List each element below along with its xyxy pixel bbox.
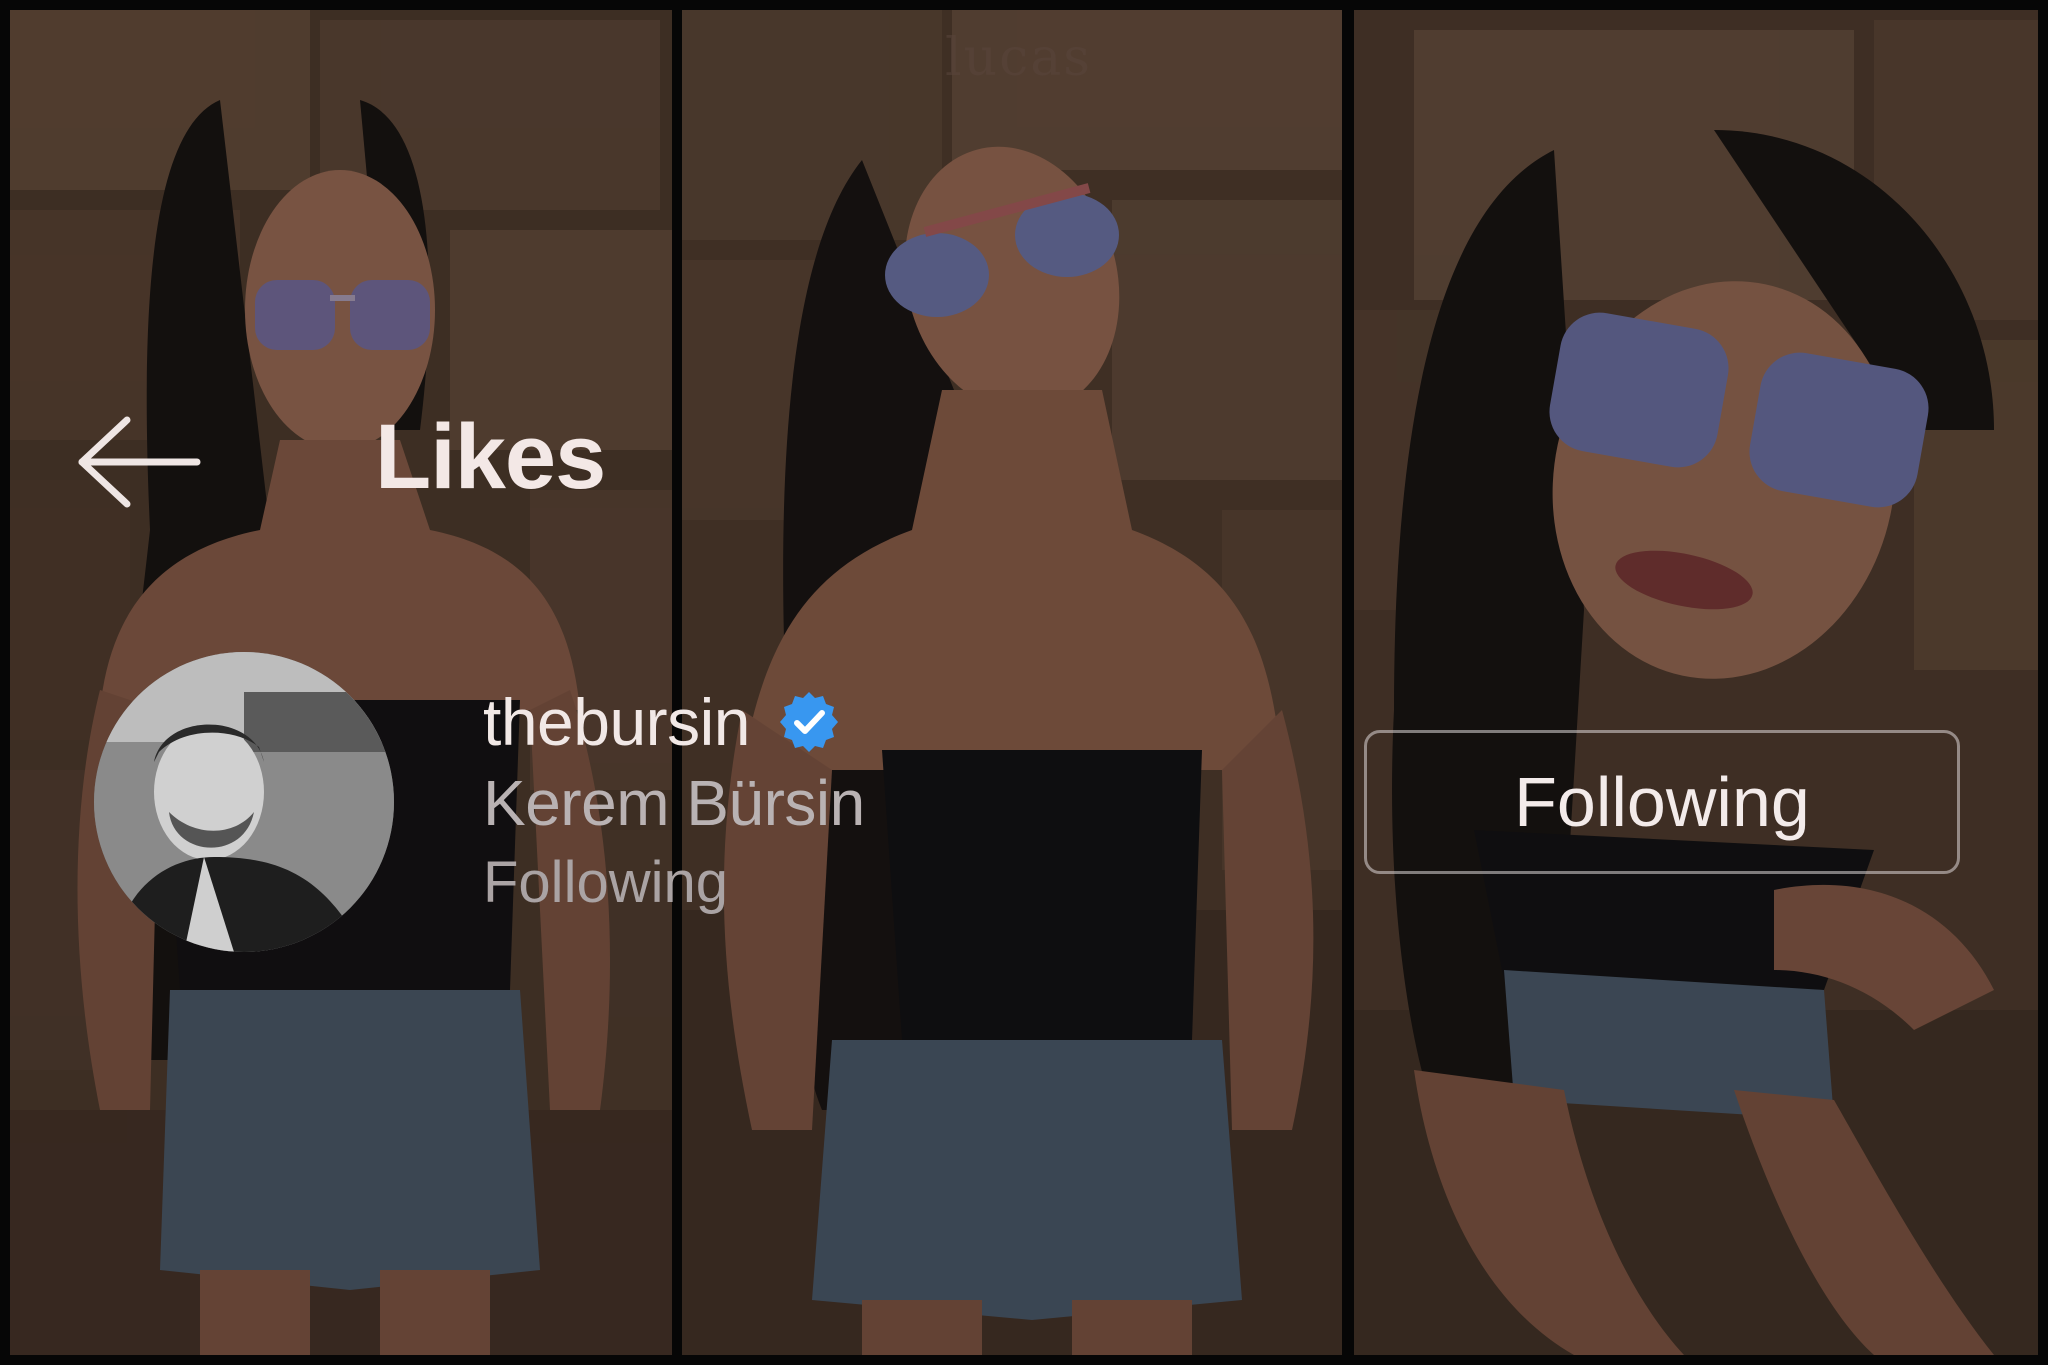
following-button-label: Following <box>1514 763 1810 841</box>
screen: lucas Likes thebursin Kerem Bürsin Follo… <box>0 0 2048 1365</box>
user-info[interactable]: thebursin Kerem Bürsin Following <box>483 683 865 923</box>
photo-panel-right <box>1354 10 2038 1355</box>
watermark-text: lucas <box>945 28 1092 88</box>
verified-badge-icon <box>776 689 842 755</box>
follow-status: Following <box>483 850 728 915</box>
profile-photo <box>94 652 394 952</box>
username[interactable]: thebursin <box>483 684 751 760</box>
arrow-left-icon <box>78 416 201 508</box>
avatar[interactable] <box>94 652 394 952</box>
username-row: thebursin <box>483 683 865 761</box>
photo-right <box>1354 10 2038 1355</box>
page-title: Likes <box>375 406 606 508</box>
following-button[interactable]: Following <box>1364 730 1960 874</box>
back-button[interactable] <box>72 415 202 510</box>
full-name: Kerem Bürsin <box>483 767 865 839</box>
